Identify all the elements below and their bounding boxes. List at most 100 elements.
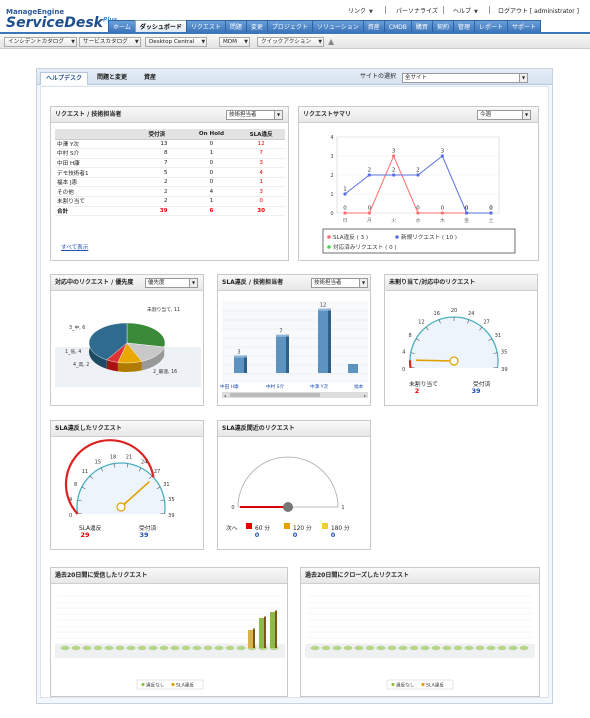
bar-side	[286, 334, 289, 373]
count-cell: 0	[185, 139, 238, 150]
y-tick-label: 3	[330, 154, 333, 160]
table-row[interactable]: その他 2 4 3	[55, 186, 285, 198]
day-bar-base	[519, 645, 529, 651]
day-bar-base	[170, 645, 180, 651]
unassigned-gauge: 0 4 8 12 16 20 24 27 31 35 39	[402, 308, 508, 371]
day-bar-base	[365, 645, 375, 651]
technician-name[interactable]: 中澤 Y次	[55, 139, 129, 150]
table-row[interactable]: 中村 S介 8 1 7	[55, 148, 285, 159]
day-bar[interactable]	[259, 618, 264, 648]
scroll-left-icon: ◂	[224, 393, 226, 398]
priority-select[interactable]: 優先度 ▼	[145, 278, 198, 288]
bar[interactable]	[234, 357, 244, 373]
x-tick-label: 水	[415, 217, 420, 224]
y-tick-label: 1	[330, 192, 333, 198]
count-cell: 6	[185, 206, 238, 217]
pie-label: 2_最速, 16	[153, 368, 177, 375]
day-bar-side	[275, 610, 277, 648]
x-tick-label: 木	[440, 217, 445, 224]
table-row[interactable]: デモ技術者1 5 0 4	[55, 167, 285, 178]
day-bar-base	[453, 645, 463, 651]
technician-name[interactable]: 合計	[55, 206, 129, 217]
technician-select[interactable]: 技術担当者 ▼	[311, 278, 368, 288]
day-bar-base	[236, 645, 246, 651]
table-row[interactable]: 中田 H康 7 0 3	[55, 158, 285, 169]
divider	[443, 6, 444, 14]
day-bar-base	[137, 645, 147, 651]
data-label: 3	[441, 149, 445, 155]
tab-assets[interactable]: 資産	[139, 72, 161, 85]
desktop-central-button[interactable]: Desktop Central ▼	[145, 37, 208, 47]
day-bar-base	[115, 645, 125, 651]
technician-name[interactable]: その他	[55, 186, 129, 198]
legend-label: SLA違反	[426, 682, 444, 689]
day-bar-base	[442, 645, 452, 651]
mdm-button[interactable]: MDM ▼	[219, 37, 250, 47]
site-select[interactable]: 全サイト ▼	[402, 73, 528, 83]
priority-pie-chart: 未割り当て, 11 3_中, 6 1_低, 4 4_高, 2 2_最速, 16	[55, 306, 201, 387]
bar[interactable]	[318, 310, 328, 373]
period-select[interactable]: 今週 ▼	[477, 110, 531, 120]
dropdown-arrow-icon: ▼	[519, 74, 527, 82]
notification-bell-icon[interactable]: ▲	[328, 37, 334, 47]
day-bar-base	[181, 645, 191, 651]
gauge-tick-label: 18	[110, 455, 116, 461]
day-bar[interactable]	[248, 630, 253, 648]
scrollbar-thumb[interactable]	[230, 393, 320, 397]
bar-side	[244, 355, 247, 373]
widget-title: 未割り当て/対応中のリクエスト	[385, 275, 537, 291]
data-point	[440, 154, 444, 158]
data-label: 0	[465, 206, 469, 212]
links-menu[interactable]: リンク ▼	[348, 6, 373, 15]
incident-catalog-button[interactable]: インシデントカタログ ▼	[4, 37, 77, 47]
table-row[interactable]: 未割り当て 2 1 0	[55, 196, 285, 207]
table-row[interactable]: 中澤 Y次 13 0 12	[55, 139, 285, 150]
day-bar-base	[409, 645, 419, 651]
value-180: 0	[330, 531, 336, 539]
x-tick-label: 福本	[354, 383, 364, 390]
widget-title: 過去20日間にクローズしたリクエスト	[301, 568, 539, 584]
day-bar-base	[354, 645, 364, 651]
day-bar[interactable]	[270, 612, 275, 648]
widget-unassigned-open: 未割り当て/対応中のリクエスト 0 4 8 12 16 20 24 27 31 35 39 未割り当…	[384, 274, 538, 406]
help-menu[interactable]: ヘルプ ▼	[453, 6, 478, 15]
tab-problems-changes[interactable]: 問題と変更	[92, 72, 132, 85]
chevron-down-icon: ▼	[474, 9, 478, 15]
technician-name[interactable]: デモ技術者1	[55, 167, 129, 178]
technician-name[interactable]: 中田 H康	[55, 158, 129, 169]
x-tick-label: 土	[488, 217, 493, 224]
service-catalog-button[interactable]: サービスカタログ ▼	[79, 37, 141, 47]
nav-divider	[0, 32, 590, 34]
table-row[interactable]: 福本 J恵 2 0 1	[55, 177, 285, 188]
personalize-link[interactable]: パーソナライズ	[396, 6, 438, 15]
x-tick-label: 金	[464, 217, 469, 224]
data-point	[367, 211, 371, 215]
sla-violated-value: 29	[80, 531, 90, 539]
table-row[interactable]: 合計 39 6 30	[55, 206, 285, 217]
y-tick-label: 4	[330, 135, 333, 141]
column-header: On Hold	[185, 129, 238, 140]
quick-action-button[interactable]: クイックアクション ▼	[257, 37, 325, 47]
count-cell: 1	[237, 177, 285, 188]
bar[interactable]	[276, 336, 286, 373]
gauge-tick-label: 8	[74, 482, 77, 488]
x-tick-label: 日	[342, 218, 347, 224]
technician-name[interactable]: 福本 J恵	[55, 177, 129, 188]
gauge-tick-label: 35	[168, 497, 174, 503]
legend-label: 新規リクエスト ( 10 )	[401, 233, 457, 241]
show-all-link[interactable]: すべて表示	[61, 243, 88, 251]
gauge-tick-label: 39	[168, 513, 174, 519]
count-cell: 2	[128, 196, 186, 207]
technician-name[interactable]: 未割り当て	[55, 196, 129, 207]
day-bar-base	[203, 645, 213, 651]
tab-helpdesk[interactable]: ヘルプデスク	[40, 72, 89, 85]
count-cell: 13	[128, 139, 186, 150]
technician-select[interactable]: 技術担当者 ▼	[226, 110, 283, 120]
technician-name[interactable]: 中村 S介	[55, 148, 129, 159]
legend-label: SLA違反	[176, 682, 194, 689]
logout-link[interactable]: ログアウト [ administrator ]	[498, 6, 579, 15]
gauge-tick-label: 11	[82, 469, 88, 475]
count-cell: 8	[128, 148, 186, 159]
data-point	[392, 173, 396, 177]
day-bar-base	[497, 645, 507, 651]
